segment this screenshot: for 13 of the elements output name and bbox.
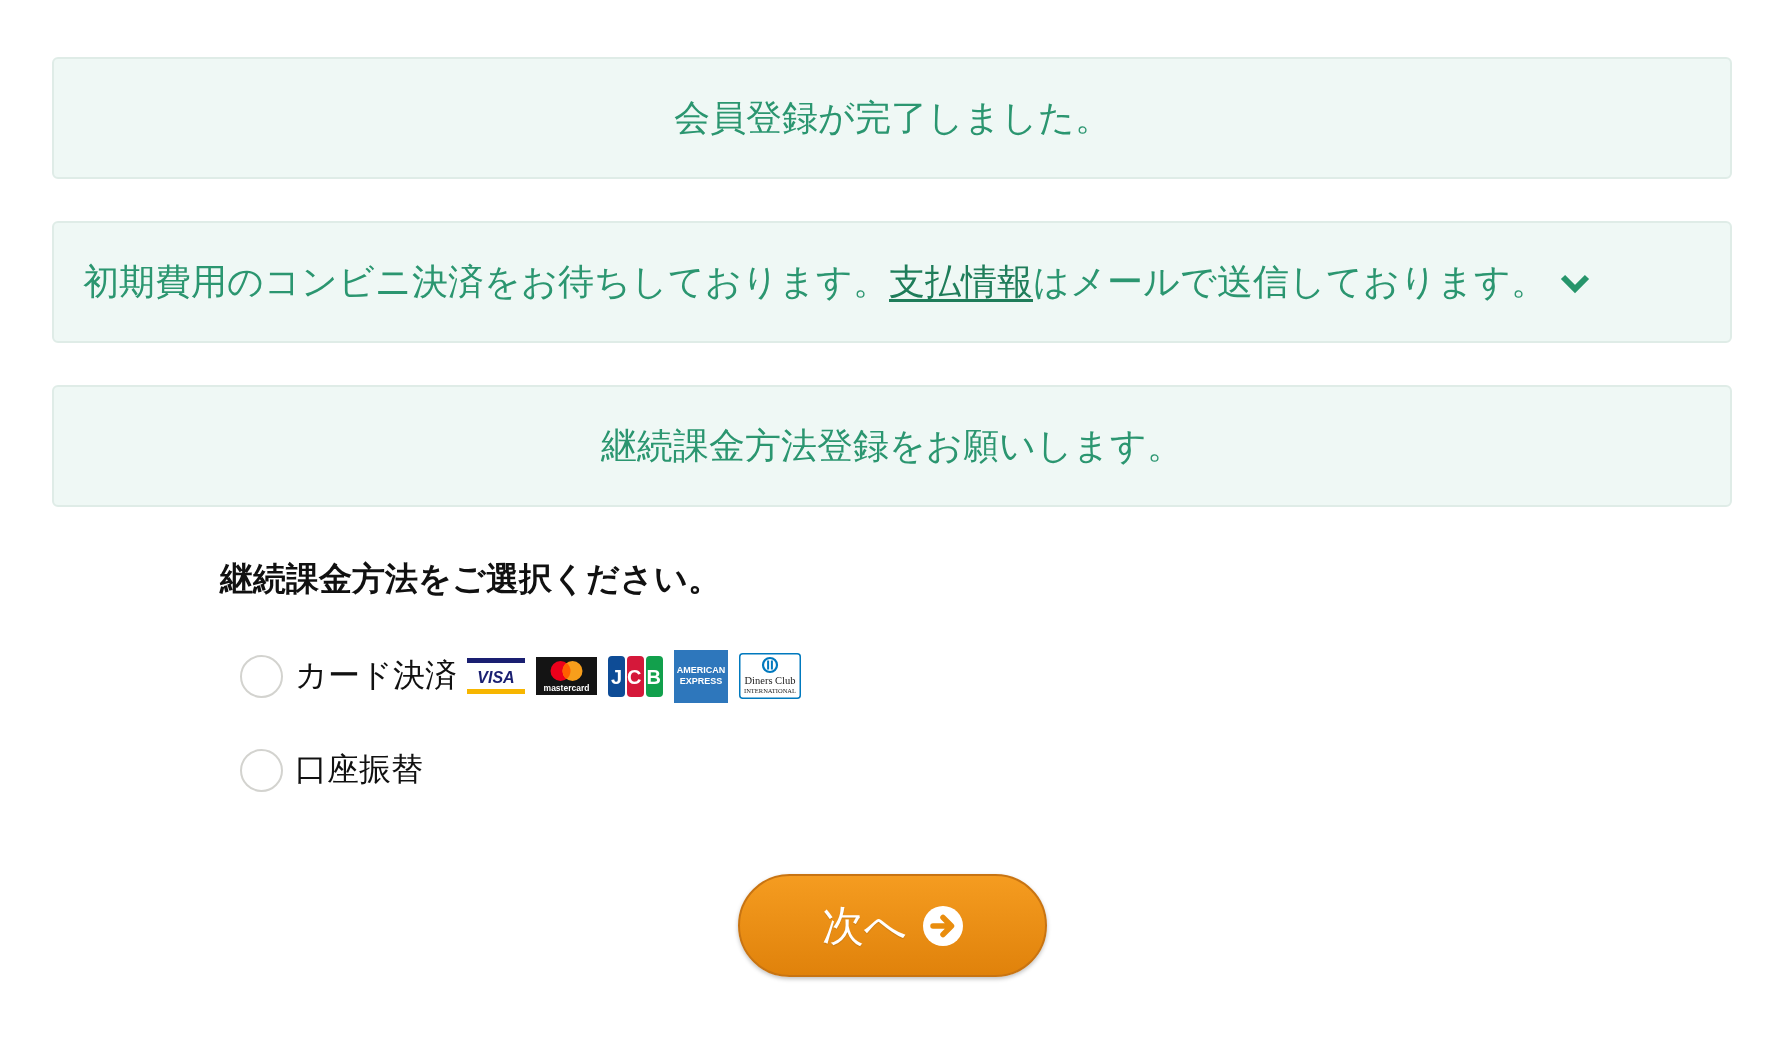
card-logo-icon: mastercard xyxy=(536,657,597,695)
option-label[interactable]: カード決済 xyxy=(295,654,457,698)
option-label[interactable]: 口座振替 xyxy=(295,748,423,792)
notice-text: 継続課金方法登録をお願いします。 xyxy=(601,424,1183,468)
card-logo-icon: AMERICAN EXPRESS xyxy=(674,649,728,703)
section-heading: 継続課金方法をご選択ください。 xyxy=(220,559,721,599)
radio-button[interactable] xyxy=(240,748,283,792)
chevron-down-icon[interactable] xyxy=(1559,273,1591,295)
arrow-circle-icon xyxy=(922,905,963,946)
notice-text: 会員登録が完了しました。 xyxy=(673,96,1111,140)
payment-info-link[interactable]: 支払情報 xyxy=(889,261,1033,303)
notice-text: 初期費用のコンビニ決済をお待ちしております。支払情報はメールで送信しております。 xyxy=(83,260,1547,304)
radio-button[interactable] xyxy=(240,654,283,698)
